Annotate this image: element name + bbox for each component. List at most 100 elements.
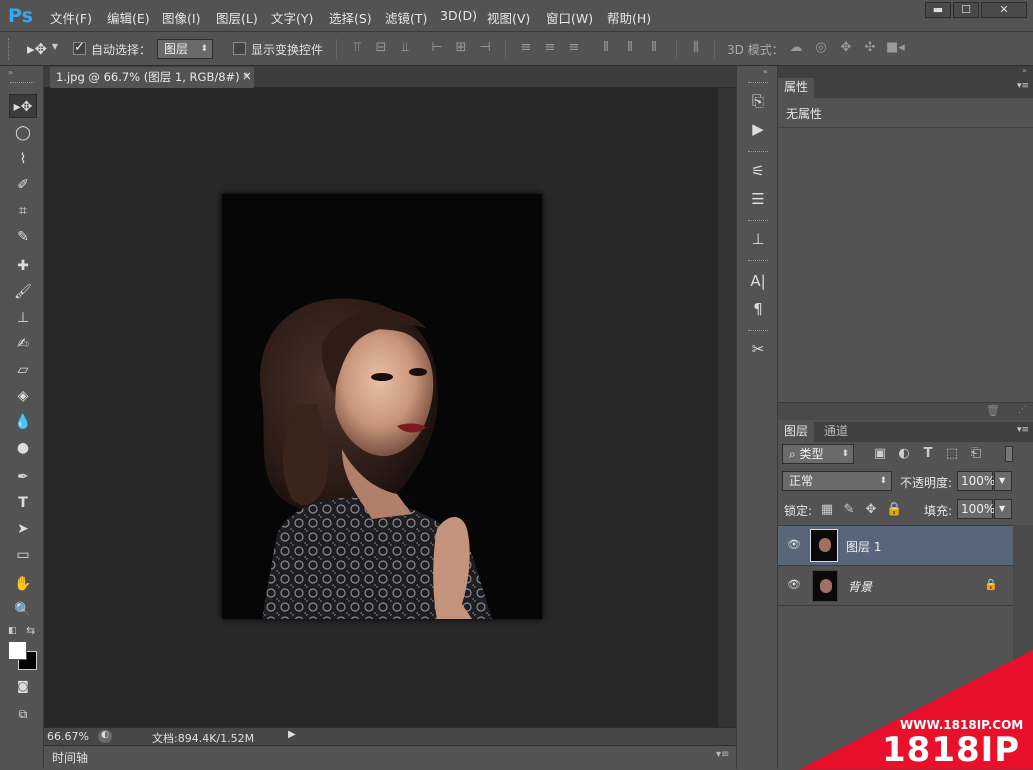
tab-layers[interactable]: 图层 — [778, 422, 815, 442]
quick-mask-icon[interactable]: ◙ — [9, 674, 37, 698]
eye-icon[interactable]: 👁 — [787, 538, 801, 551]
filter-shape-icon[interactable]: ⬚ — [944, 446, 960, 461]
distribute-bottom-icon[interactable]: ≡ — [566, 40, 582, 56]
ellipse-marquee-icon[interactable]: ◯ — [9, 121, 37, 145]
tools-grip[interactable] — [10, 82, 34, 83]
status-info-icon[interactable]: ◐ — [98, 730, 112, 743]
menu-select[interactable]: 选择(S) — [329, 8, 372, 27]
align-right-icon[interactable]: ⊣ — [477, 40, 493, 56]
dock-grip[interactable] — [748, 220, 768, 223]
lasso-icon[interactable]: ⌇ — [9, 147, 37, 171]
filter-adjustment-icon[interactable]: ◐ — [896, 446, 912, 461]
menu-help[interactable]: 帮助(H) — [607, 8, 651, 27]
character-icon[interactable]: A| — [746, 270, 770, 292]
filter-toggle[interactable] — [1005, 446, 1013, 462]
rectangle-icon[interactable]: ▭ — [9, 543, 37, 567]
healing-brush-icon[interactable]: ✚ — [9, 254, 37, 278]
adjustments-icon[interactable]: ☰ — [746, 188, 770, 210]
auto-align-layers-icon[interactable]: ⫼ — [688, 40, 704, 56]
expand-icon[interactable]: « — [763, 67, 768, 76]
close-button[interactable]: ✕ — [981, 2, 1027, 18]
menu-view[interactable]: 视图(V) — [487, 8, 530, 27]
fill-dropdown[interactable]: ▼ — [994, 499, 1012, 519]
auto-select-checkbox[interactable]: ✓ — [73, 40, 86, 55]
menu-window[interactable]: 窗口(W) — [546, 8, 593, 27]
menu-type[interactable]: 文字(Y) — [271, 8, 313, 27]
3d-scale-icon[interactable]: ■◂ — [886, 40, 905, 56]
close-tab-icon[interactable]: × — [242, 69, 252, 83]
lock-all-icon[interactable]: 🔒 — [886, 502, 902, 517]
blur-icon[interactable]: 💧 — [9, 410, 37, 434]
filter-smart-object-icon[interactable]: ⎗ — [968, 446, 984, 461]
chevron-down-icon[interactable]: ▼ — [50, 42, 60, 51]
move-tool-preset-icon[interactable]: ▸✥ — [22, 40, 52, 58]
history-brush-icon[interactable]: ✍ — [9, 332, 37, 356]
panel-menu-icon[interactable]: ▾≡ — [1017, 81, 1029, 91]
status-menu-arrow-icon[interactable]: ▶ — [288, 729, 300, 743]
maximize-button[interactable]: ☐ — [953, 2, 979, 18]
zoom-icon[interactable]: 🔍 — [9, 598, 37, 622]
move-tool-icon[interactable]: ▸✥ — [9, 94, 37, 118]
dock-grip[interactable] — [748, 151, 768, 154]
options-grip[interactable] — [8, 38, 10, 60]
default-colors-icon[interactable]: ◧ — [8, 626, 18, 636]
quick-selection-icon[interactable]: ✐ — [9, 173, 37, 197]
hand-icon[interactable]: ✋ — [9, 572, 37, 596]
clone-stamp-icon[interactable]: ⊥ — [9, 306, 37, 330]
tab-properties[interactable]: 属性 — [778, 78, 815, 98]
align-hcenter-icon[interactable]: ⊞ — [453, 40, 469, 56]
distribute-right-icon[interactable]: ⦀ — [646, 40, 662, 56]
foreground-color-swatch[interactable] — [8, 641, 27, 660]
show-transform-checkbox[interactable] — [233, 42, 246, 55]
history-icon[interactable]: ⎘ — [746, 90, 770, 112]
clone-source-icon[interactable]: ⊥ — [746, 228, 770, 250]
lock-position-icon[interactable]: ✥ — [864, 502, 878, 517]
pen-icon[interactable]: ✒ — [9, 465, 37, 489]
distribute-vcenter-icon[interactable]: ≡ — [542, 40, 558, 56]
menu-layer[interactable]: 图层(L) — [216, 8, 258, 27]
menu-edit[interactable]: 编辑(E) — [107, 8, 150, 27]
timeline-tab[interactable]: 时间轴 — [52, 749, 88, 766]
type-tool-icon[interactable]: T — [9, 491, 37, 515]
filter-type-icon[interactable]: T — [920, 446, 936, 461]
auto-select-target-select[interactable]: 图层 ⬍ — [157, 39, 213, 59]
layer-name[interactable]: 图层 1 — [846, 538, 881, 555]
align-left-icon[interactable]: ⊢ — [429, 40, 445, 56]
filter-pixel-icon[interactable]: ▣ — [872, 446, 888, 461]
dock-grip[interactable] — [748, 82, 768, 85]
align-vcenter-icon[interactable]: ⊟ — [373, 40, 389, 56]
3d-drag-icon[interactable]: ✥ — [838, 40, 854, 56]
dock-grip[interactable] — [748, 260, 768, 263]
layer-row[interactable]: 👁 图层 1 — [778, 526, 1013, 566]
dodge-icon[interactable]: ● — [9, 436, 37, 460]
panel-menu-icon[interactable]: ▾≡ — [1017, 425, 1029, 435]
layer-filter-select[interactable]: ⌕ 类型 ⬍ — [782, 444, 854, 464]
layer-row[interactable]: 👁 背景 🔒 — [778, 566, 1013, 606]
tab-channels[interactable]: 通道 — [818, 422, 855, 442]
dock-grip[interactable] — [748, 330, 768, 333]
zoom-level[interactable]: 66.67% — [47, 730, 89, 743]
path-selection-icon[interactable]: ➤ — [9, 517, 37, 541]
tool-presets-icon[interactable]: ✂ — [746, 338, 770, 360]
menu-filter[interactable]: 滤镜(T) — [385, 8, 427, 27]
distribute-left-icon[interactable]: ⦀ — [598, 40, 614, 56]
eyedropper-icon[interactable]: ✎ — [9, 225, 37, 249]
align-bottom-icon[interactable]: ⫫ — [397, 40, 413, 56]
opacity-dropdown[interactable]: ▼ — [994, 471, 1012, 491]
distribute-top-icon[interactable]: ≡ — [518, 40, 534, 56]
crop-icon[interactable]: ⌗ — [9, 199, 37, 223]
screen-mode-icon[interactable]: ⧉ — [9, 702, 37, 726]
minimize-button[interactable]: ▬ — [925, 2, 951, 18]
panel-menu-icon[interactable]: ▾≡ — [716, 749, 729, 760]
collapse-icon[interactable]: » — [1022, 66, 1027, 75]
distribute-hcenter-icon[interactable]: ⦀ — [622, 40, 638, 56]
lock-transparent-icon[interactable]: ▦ — [820, 502, 834, 517]
align-top-icon[interactable]: ⫪ — [349, 40, 365, 56]
blend-mode-select[interactable]: 正常 ⬍ — [782, 471, 892, 491]
trash-icon[interactable]: 🗑 — [986, 404, 1000, 417]
menu-file[interactable]: 文件(F) — [50, 8, 92, 27]
3d-roll-icon[interactable]: ◎ — [813, 40, 829, 56]
document-tab[interactable]: 1.jpg @ 66.7% (图层 1, RGB/8#) * — [50, 67, 254, 88]
eye-icon[interactable]: 👁 — [787, 578, 801, 591]
image-canvas[interactable] — [222, 194, 542, 619]
